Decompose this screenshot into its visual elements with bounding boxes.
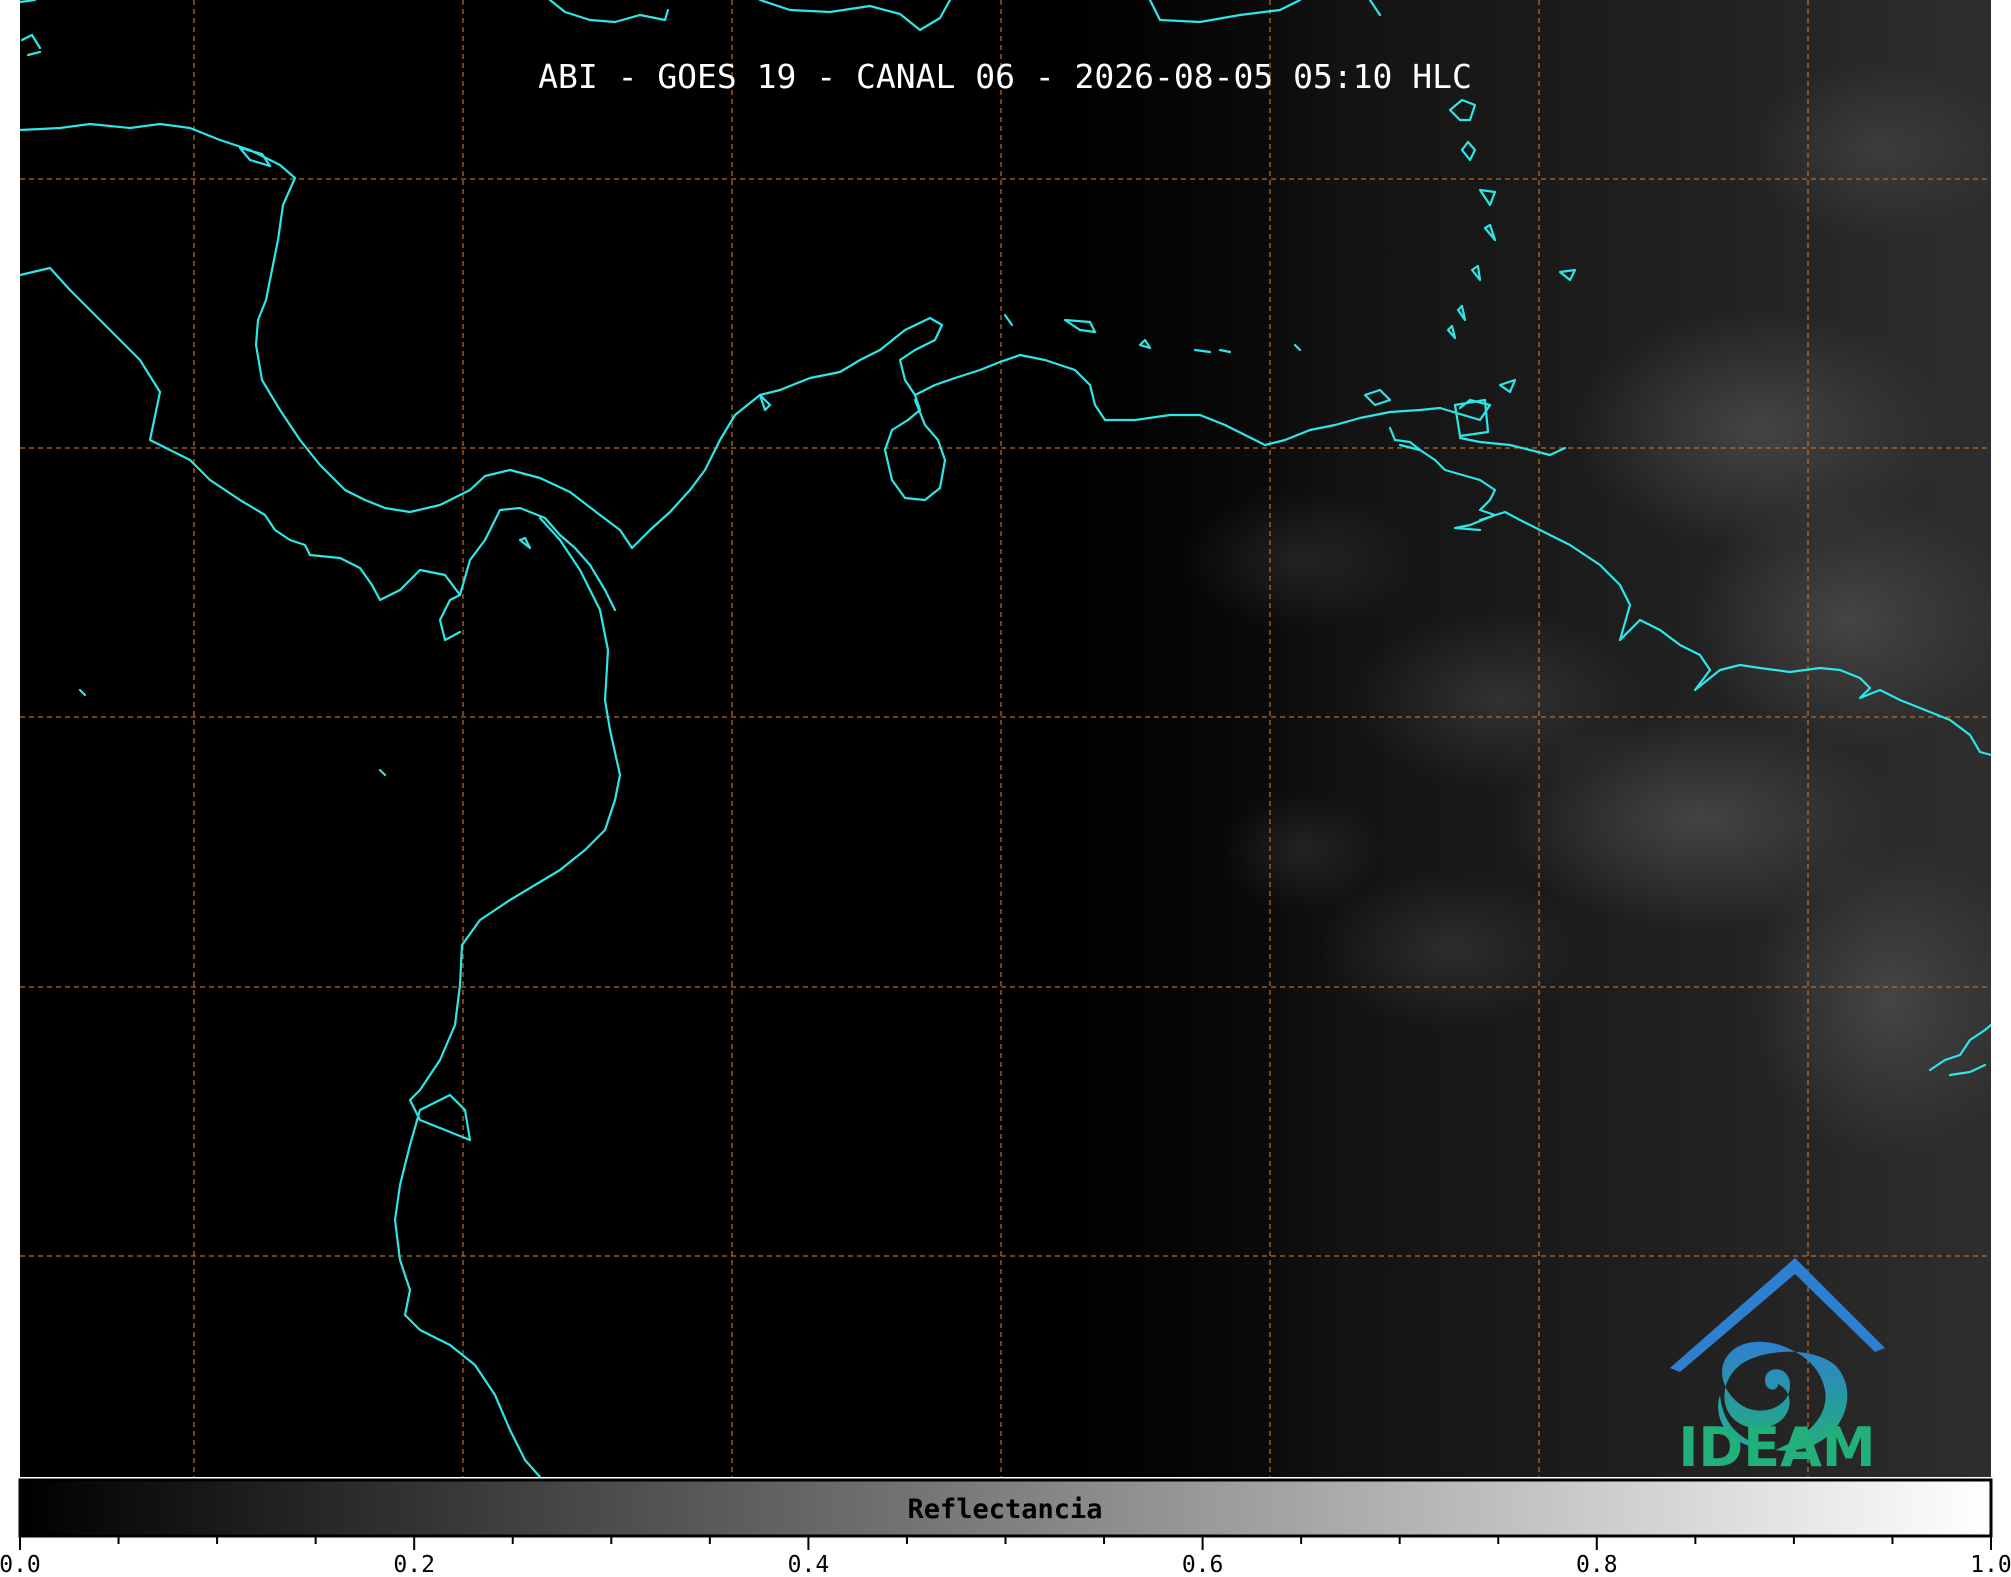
figure-title: ABI - GOES 19 - CANAL 06 - 2026-08-05 05… bbox=[538, 57, 1472, 96]
colorbar-ticks: 0.0 0.2 0.4 0.6 0.8 1.0 bbox=[0, 1536, 2011, 1577]
colorbar-tick-label: 0.8 bbox=[1576, 1552, 1618, 1577]
colorbar-label: Reflectancia bbox=[907, 1494, 1102, 1525]
logo-text: IDEAM bbox=[1678, 1416, 1875, 1479]
satellite-image: IDEAM bbox=[20, 0, 1991, 1479]
colorbar-tick-label: 1.0 bbox=[1970, 1552, 2011, 1577]
colorbar-tick-label: 0.4 bbox=[788, 1552, 830, 1577]
colorbar: Reflectancia 0.0 0.2 0.4 0.6 0.8 1.0 bbox=[0, 1478, 2011, 1577]
colorbar-tick-label: 0.2 bbox=[393, 1552, 435, 1577]
colorbar-tick-label: 0.6 bbox=[1182, 1552, 1224, 1577]
figure-canvas: IDEAM ABI - GOES 19 - CANAL 06 - 2026-08… bbox=[0, 0, 2011, 1577]
satellite-figure: IDEAM ABI - GOES 19 - CANAL 06 - 2026-08… bbox=[0, 0, 2011, 1577]
colorbar-tick-label: 0.0 bbox=[0, 1552, 41, 1577]
